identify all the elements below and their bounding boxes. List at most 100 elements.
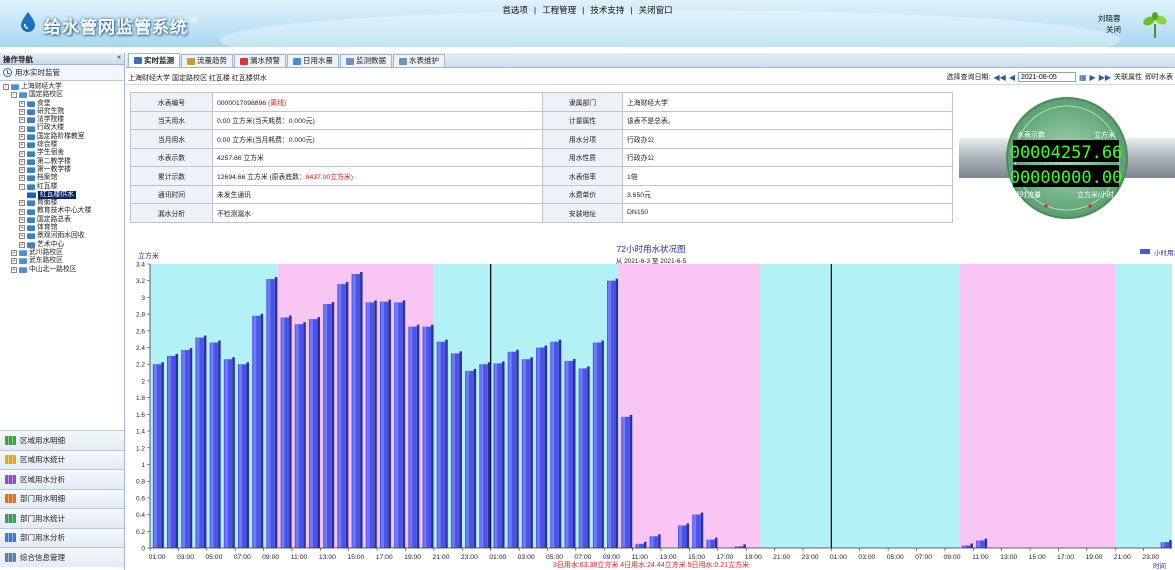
expand-icon[interactable]: + bbox=[11, 250, 17, 257]
tree-node[interactable]: + 艺术中心 bbox=[0, 241, 124, 249]
collapse-icon[interactable]: - bbox=[3, 84, 9, 91]
x-tick-label: 15:00 bbox=[347, 554, 364, 561]
sidebar-menu-item[interactable]: 区域用水统计 bbox=[0, 449, 124, 469]
tree-node[interactable]: + 武川路校区 bbox=[0, 249, 124, 257]
tab-wrench[interactable]: 水表维护 bbox=[393, 54, 445, 67]
expand-icon[interactable]: + bbox=[19, 100, 25, 107]
y-tick-label: 2.6 bbox=[136, 328, 145, 335]
bar-side bbox=[274, 277, 278, 548]
tree-node[interactable]: + 第一教学楼 bbox=[0, 166, 124, 174]
tree-node[interactable]: + 景观河雨水回收 bbox=[0, 232, 124, 240]
tree-node[interactable]: + 研究生院 bbox=[0, 108, 124, 116]
collapse-icon[interactable]: - bbox=[11, 92, 17, 99]
tab-calendar[interactable]: 日用水量 bbox=[287, 54, 339, 67]
tree-node[interactable]: - 红瓦楼 bbox=[0, 183, 124, 191]
tree-node[interactable]: + 教育技术中心大楼 bbox=[0, 207, 124, 215]
prev-day-icon[interactable]: ◀ bbox=[1009, 73, 1015, 82]
tree-node[interactable]: + 食堂 bbox=[0, 100, 124, 108]
expand-icon[interactable]: + bbox=[19, 175, 25, 182]
expand-icon[interactable]: + bbox=[19, 233, 25, 240]
sidebar-menu-item[interactable]: 部门用水分析 bbox=[0, 527, 124, 547]
sidebar-menu-label: 部门用水明细 bbox=[20, 494, 65, 504]
x-tick-label: 05:00 bbox=[887, 554, 904, 561]
tree-node[interactable]: + 国定路阶梯教室 bbox=[0, 133, 124, 141]
x-tick-label: 23:00 bbox=[461, 554, 478, 561]
bar-highlight bbox=[168, 355, 172, 548]
sidebar-section-monitor[interactable]: 用水实时监管 bbox=[0, 65, 124, 81]
legend-label: 小时用水量 bbox=[1154, 248, 1175, 257]
sidebar-menu-item[interactable]: 综合信息管理 bbox=[0, 547, 124, 567]
info-label: 隶属部门 bbox=[542, 92, 623, 112]
collapse-sidebar-button[interactable]: « bbox=[117, 54, 121, 61]
expand-icon[interactable]: + bbox=[19, 150, 25, 157]
calendar-icon[interactable]: ▦ bbox=[1079, 73, 1087, 82]
tree-node[interactable]: + 学生宿舍 bbox=[0, 149, 124, 157]
x-tick-label: 05:00 bbox=[205, 554, 222, 561]
tab-alert[interactable]: 漏水预警 bbox=[234, 54, 286, 67]
expand-icon[interactable]: + bbox=[19, 125, 25, 132]
nav-preferences[interactable]: 首选项 bbox=[499, 5, 531, 15]
expand-icon[interactable]: + bbox=[19, 216, 25, 223]
info-row: 水表示数 4257.66 立方米 用水性质 行政办公 bbox=[130, 147, 953, 167]
sidebar-menu-item[interactable]: 区域用水分析 bbox=[0, 469, 124, 489]
nav-close-window[interactable]: 关闭窗口 bbox=[636, 5, 676, 15]
nav-tech-support[interactable]: 技术支持 bbox=[587, 5, 627, 15]
building-icon bbox=[27, 142, 35, 149]
building-icon bbox=[19, 258, 27, 265]
query-date-input[interactable] bbox=[1017, 72, 1076, 82]
bar-highlight bbox=[608, 280, 612, 548]
tree-node-label: 国定路总表 bbox=[37, 215, 71, 223]
first-page-icon[interactable]: ◀◀ bbox=[994, 73, 1006, 82]
bar-side bbox=[487, 362, 491, 548]
next-day-icon[interactable]: ▶ bbox=[1090, 73, 1096, 82]
expand-icon[interactable]: + bbox=[19, 200, 25, 207]
bar-side bbox=[502, 361, 505, 548]
bar-highlight bbox=[551, 341, 555, 548]
expand-icon[interactable]: + bbox=[11, 258, 17, 265]
tab-pencil[interactable]: 监测数据 bbox=[340, 54, 392, 67]
expand-icon[interactable]: + bbox=[19, 142, 25, 149]
building-icon bbox=[19, 250, 27, 257]
expand-icon[interactable]: + bbox=[11, 266, 17, 273]
expand-icon[interactable]: + bbox=[19, 133, 25, 140]
refresh-meter-link[interactable]: 即时水表 bbox=[1145, 72, 1173, 82]
tree-node[interactable]: + 第二教学楼 bbox=[0, 158, 124, 166]
bar-highlight bbox=[508, 351, 512, 548]
expand-icon[interactable]: + bbox=[19, 225, 25, 232]
bar-highlight bbox=[224, 359, 228, 548]
bar-highlight bbox=[395, 302, 399, 548]
info-value: 0.00 立方米(当月耗费：0.000元) bbox=[212, 129, 543, 149]
expand-icon[interactable]: + bbox=[19, 208, 25, 215]
sidebar-menu-item[interactable]: 部门用水统计 bbox=[0, 508, 124, 528]
sidebar-menu-item[interactable]: 部门用水明细 bbox=[0, 488, 124, 508]
tab-monitor[interactable]: 实时监测 bbox=[128, 53, 180, 67]
tree-node[interactable]: + 武东路校区 bbox=[0, 257, 124, 265]
tree-node[interactable]: + 档案馆 bbox=[0, 174, 124, 182]
building-icon bbox=[27, 175, 35, 182]
nav-project-management[interactable]: 工程管理 bbox=[539, 5, 579, 15]
y-tick-label: 0 bbox=[141, 546, 145, 553]
sidebar-menu-item[interactable]: 区域用水明细 bbox=[0, 430, 124, 450]
tree-node[interactable]: + 中山北一路校区 bbox=[0, 266, 124, 274]
tree-node[interactable]: + 国定路总表 bbox=[0, 216, 124, 224]
collapse-icon[interactable]: - bbox=[19, 183, 25, 190]
x-tick-label: 15:00 bbox=[1029, 554, 1046, 561]
expand-icon[interactable]: + bbox=[19, 158, 25, 165]
nav-separator: | bbox=[630, 5, 633, 15]
related-properties-link[interactable]: 关联属性 bbox=[1114, 72, 1142, 82]
meter-reading-label: 水表示数 bbox=[1017, 130, 1045, 139]
logout-link[interactable]: 关闭 bbox=[1106, 24, 1121, 35]
y-tick-label: 0.6 bbox=[136, 495, 145, 502]
expand-icon[interactable]: + bbox=[19, 241, 25, 248]
sidebar-menu: 区域用水明细 区域用水统计 区域用水分析部门用水明细部门用水统计 部门用水分析 综合信息… bbox=[0, 430, 124, 567]
tab-trend[interactable]: 流量趋势 bbox=[181, 54, 233, 67]
expand-icon[interactable]: + bbox=[19, 117, 25, 124]
tree-node-label: 第二教学楼 bbox=[37, 157, 71, 165]
expand-icon[interactable]: + bbox=[19, 109, 25, 116]
tree-node[interactable]: + 行政大楼 bbox=[0, 124, 124, 132]
app-title: 给水管网监管系统 bbox=[44, 18, 188, 37]
last-page-icon[interactable]: ▶▶ bbox=[1099, 73, 1111, 82]
tree-node[interactable]: 红瓦楼供水 bbox=[0, 190, 124, 200]
expand-icon[interactable]: + bbox=[19, 167, 25, 174]
tree-node[interactable]: - 国定路校区 bbox=[0, 91, 124, 99]
